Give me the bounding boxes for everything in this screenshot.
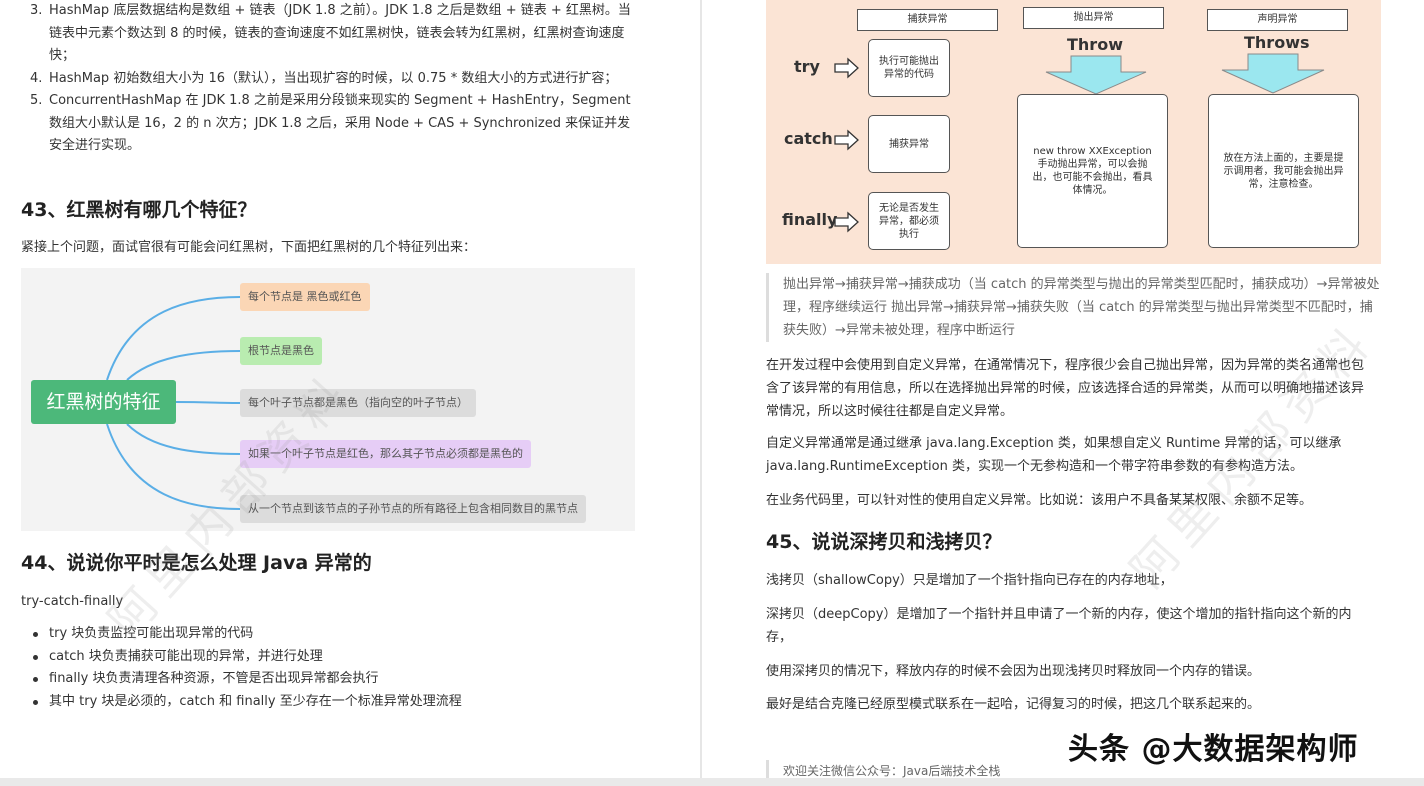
box-try: 执行可能抛出异常的代码 [868,39,950,97]
exception-flow-quote: 抛出异常→捕获异常→捕获成功（当 catch 的异常类型与抛出的异常类型匹配时，… [766,273,1381,342]
toutiao-watermark: 头条 @大数据架构师 [1068,732,1359,767]
list-item: 其中 try 块是必须的，catch 和 finally 至少存在一个标准异常处… [30,691,462,714]
shallow-copy-paragraph: 浅拷贝（shallowCopy）只是增加了一个指针指向已存在的内存地址， [766,573,1173,588]
list-item: finally 块负责清理各种资源，不管是否出现异常都会执行 [30,668,462,691]
arrow-down-icon [1045,55,1147,95]
q44-list: try 块负责监控可能出现异常的代码 catch 块负责捕获可能出现的异常，并进… [30,623,462,713]
list-item: try 块负责监控可能出现异常的代码 [30,623,462,646]
mindmap-node: 如果一个叶子节点是红色，那么其子节点必须都是黑色的 [240,440,531,468]
red-black-tree-mindmap: 红黑树的特征 每个节点是 黑色或红色 根节点是黑色 每个叶子节点都是黑色（指向空… [21,268,635,531]
arrow-right-icon [834,129,859,151]
custom-exception-paragraph: 在开发过程中会使用到自定义异常，在通常情况下，程序很少会自己抛出异常，因为异常的… [766,358,1365,419]
list-item: 5. ConcurrentHashMap 在 JDK 1.8 之前是采用分段锁来现… [30,93,631,153]
box-throw: new throw XXException 手动抛出异常，可以会抛出，也可能不会… [1017,94,1168,248]
list-item: 3. HashMap 底层数据结构是数组 + 链表（JDK 1.8 之前）。JDK… [30,3,631,63]
bottom-shade [0,778,1424,786]
list-item: catch 块负责捕获可能出现的异常，并进行处理 [30,646,462,669]
box-catch: 捕获异常 [868,115,950,173]
mindmap-node: 根节点是黑色 [240,337,322,365]
q44-heading: 44、说说你平时是怎么处理 Java 异常的 [21,552,372,574]
mindmap-node: 每个节点是 黑色或红色 [240,283,370,311]
q45-heading: 45、说说深拷贝和浅拷贝？ [766,531,1002,553]
right-page: 捕获异常 抛出异常 声明异常 try catch finally Throw T… [702,0,1424,786]
arrow-right-icon [834,57,859,79]
q44-intro: try-catch-finally [21,594,124,609]
mindmap-root: 红黑树的特征 [31,380,176,424]
mindmap-node: 从一个节点到该节点的子孙节点的所有路径上包含相同数目的黑节点 [240,495,586,523]
left-page: 3. HashMap 底层数据结构是数组 + 链表（JDK 1.8 之前）。JDK… [0,0,700,786]
arrow-down-icon [1221,53,1325,94]
custom-exception-usage: 在业务代码里，可以针对性的使用自定义异常。比如说：该用户不具备某某权限、余额不足… [766,493,1313,508]
box-finally: 无论是否发生异常，都必须执行 [868,192,950,250]
clone-note: 最好是结合克隆已经原型模式联系在一起哈，记得复习的时候，把这几个联系起来的。 [766,697,1261,712]
deep-copy-paragraph: 深拷贝（deepCopy）是增加了一个指针并且申请了一个新的内存，使这个增加的指… [766,607,1352,645]
deep-copy-usage: 使用深拷贝的情况下，释放内存的时候不会因为出现浅拷贝时释放同一个内存的错误。 [766,664,1261,679]
custom-exception-inherit: 自定义异常通常是通过继承 java.lang.Exception 类，如果想自定… [766,436,1342,474]
exception-diagram: 捕获异常 抛出异常 声明异常 try catch finally Throw T… [766,0,1381,264]
arrow-right-icon [834,211,859,233]
box-throws: 放在方法上面的，主要是提示调用者，我可能会抛出异常，注意检查。 [1208,94,1359,248]
hashmap-list: 3. HashMap 底层数据结构是数组 + 链表（JDK 1.8 之前）。JDK… [30,0,640,158]
list-item: 4. HashMap 初始数组大小为 16（默认），当出现扩容的时候，以 0.75… [30,70,618,86]
q43-heading: 43、红黑树有哪几个特征？ [21,199,257,221]
mindmap-node: 每个叶子节点都是黑色（指向空的叶子节点） [240,389,476,417]
q43-intro: 紧接上个问题，面试官很有可能会问红黑树，下面把红黑树的几个特征列出来： [21,240,477,255]
